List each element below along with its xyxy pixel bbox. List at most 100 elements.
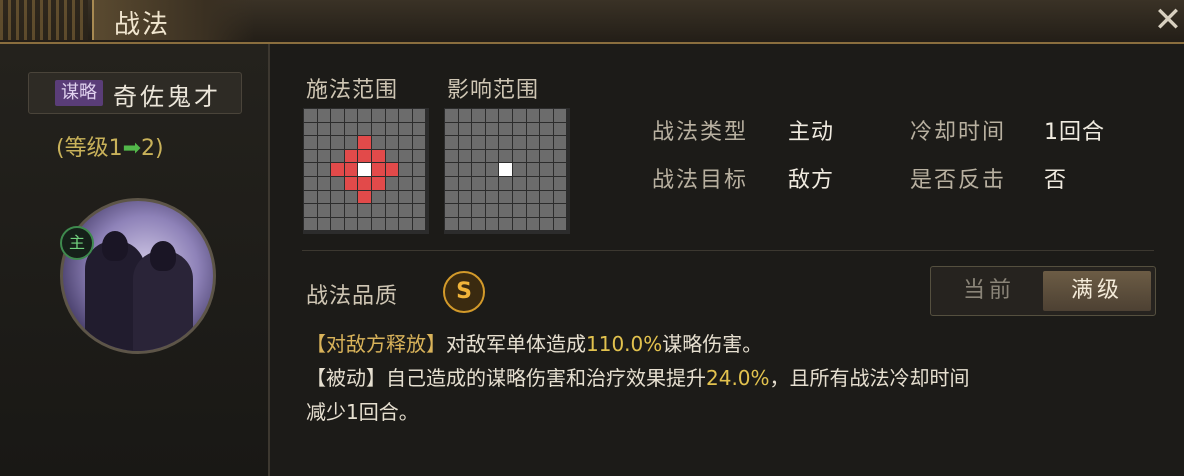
range-cell xyxy=(344,136,358,149)
range-cell xyxy=(399,190,412,204)
range-cell xyxy=(317,136,331,149)
range-cell xyxy=(371,109,385,122)
range-cell xyxy=(445,190,458,204)
description-tag: 【对敌方释放】 xyxy=(306,332,446,356)
range-cell xyxy=(331,122,344,136)
range-cell xyxy=(512,122,526,136)
range-cell xyxy=(553,122,567,136)
range-cell xyxy=(317,190,331,204)
range-cell xyxy=(499,136,512,149)
window-title: 战法 xyxy=(114,10,171,40)
range-cell xyxy=(445,109,458,122)
range-cell xyxy=(526,122,540,136)
range-cell xyxy=(540,136,553,149)
range-cell xyxy=(304,109,317,122)
effect-range-label: 影响范围 xyxy=(447,78,540,103)
description-value: 110.0% xyxy=(586,332,663,356)
range-cell xyxy=(458,149,472,163)
title-bar: 战法 ✕ xyxy=(0,0,1184,44)
general-portrait[interactable] xyxy=(60,198,216,354)
range-cell xyxy=(317,204,331,217)
max-level-button[interactable]: 满级 xyxy=(1043,271,1151,311)
range-cell xyxy=(399,109,412,122)
range-cell xyxy=(344,204,358,217)
range-cell xyxy=(317,109,331,122)
range-cell xyxy=(304,122,317,136)
description-line-2: 【被动】自己造成的谋略伤害和治疗效果提升24.0%，且所有战法冷却时间 xyxy=(306,362,1176,394)
range-cell xyxy=(512,109,526,122)
range-cell xyxy=(445,149,458,163)
range-cell xyxy=(399,163,412,176)
range-cell xyxy=(512,190,526,204)
range-cell xyxy=(458,122,472,136)
range-cell xyxy=(331,176,344,190)
range-cell xyxy=(485,149,499,163)
range-cell xyxy=(385,190,399,204)
range-cell xyxy=(540,149,553,163)
range-cell-in-range xyxy=(371,163,385,176)
range-cell-in-range xyxy=(385,163,399,176)
quality-grade-badge: S xyxy=(443,271,485,313)
range-cell xyxy=(472,122,485,136)
range-cell xyxy=(472,136,485,149)
range-cell xyxy=(358,122,371,136)
description-value: 24.0% xyxy=(706,366,770,390)
current-level-button[interactable]: 当前 xyxy=(935,271,1043,311)
range-cell xyxy=(526,204,540,217)
range-cell xyxy=(458,217,472,231)
range-cell xyxy=(526,149,540,163)
range-cell xyxy=(399,176,412,190)
skill-type-label: 战法类型 xyxy=(652,120,749,145)
range-cell xyxy=(458,176,472,190)
range-cell-in-range xyxy=(371,176,385,190)
range-cell xyxy=(512,149,526,163)
range-cell-in-range xyxy=(358,176,371,190)
range-cell xyxy=(485,217,499,231)
leader-badge: 主 xyxy=(60,226,94,260)
range-cell xyxy=(512,163,526,176)
cast-range-grid-frame xyxy=(303,108,429,234)
range-cell xyxy=(472,217,485,231)
description-text: ，且所有战法冷却时间 xyxy=(769,366,970,390)
range-cell xyxy=(371,190,385,204)
range-cell xyxy=(445,163,458,176)
range-cell xyxy=(358,217,371,231)
range-cell xyxy=(371,204,385,217)
range-cell xyxy=(485,109,499,122)
range-cell xyxy=(385,176,399,190)
range-cell xyxy=(331,136,344,149)
divider xyxy=(302,250,1154,251)
range-cell xyxy=(358,204,371,217)
description-text: 谋略伤害。 xyxy=(662,332,763,356)
range-cell xyxy=(317,163,331,176)
range-cell xyxy=(304,217,317,231)
range-cell xyxy=(344,190,358,204)
range-cell-in-range xyxy=(331,163,344,176)
range-cell xyxy=(458,109,472,122)
range-cell xyxy=(445,217,458,231)
range-cell-in-range xyxy=(344,176,358,190)
range-cell xyxy=(371,217,385,231)
range-cell xyxy=(458,163,472,176)
range-cell xyxy=(553,217,567,231)
counter-label: 是否反击 xyxy=(910,168,1007,193)
range-cell-self xyxy=(499,163,512,176)
range-cell xyxy=(553,176,567,190)
range-cell xyxy=(485,163,499,176)
range-cell xyxy=(331,109,344,122)
close-icon[interactable]: ✕ xyxy=(1152,2,1184,38)
description-text: 减少1回合。 xyxy=(306,400,419,424)
range-cell xyxy=(385,136,399,149)
range-cell xyxy=(485,122,499,136)
range-cell xyxy=(485,136,499,149)
range-cell xyxy=(499,217,512,231)
range-cell-in-range xyxy=(358,190,371,204)
description-text: 自己造成的谋略伤害和治疗效果提升 xyxy=(386,366,706,390)
range-cell xyxy=(445,204,458,217)
skill-name: 奇佐鬼才 xyxy=(113,83,221,111)
cast-range-grid xyxy=(304,109,426,231)
range-cell xyxy=(412,163,426,176)
range-cell-in-range xyxy=(358,149,371,163)
cast-range-label: 施法范围 xyxy=(306,78,399,103)
range-cell xyxy=(304,204,317,217)
